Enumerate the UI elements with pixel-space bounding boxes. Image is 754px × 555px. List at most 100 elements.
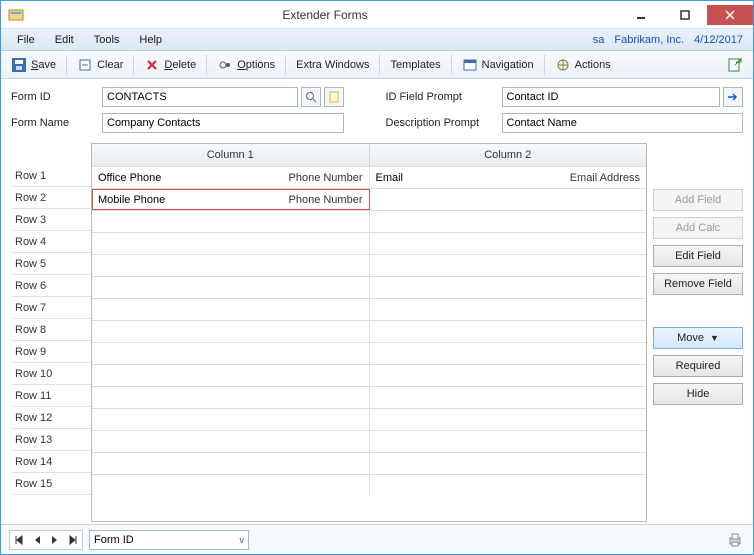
options-button[interactable]: Options	[211, 55, 281, 75]
grid-row: Office PhonePhone NumberEmailEmail Addre…	[92, 166, 646, 188]
add-calc-button[interactable]: Add Calc	[653, 217, 743, 239]
save-button[interactable]: Save	[5, 55, 62, 75]
form-id-input[interactable]: CONTACTS	[102, 87, 298, 107]
options-icon	[217, 57, 233, 73]
close-button[interactable]	[707, 5, 753, 25]
row-label: Row 11	[11, 385, 91, 407]
grid-row	[92, 408, 646, 430]
print-button[interactable]	[725, 530, 745, 550]
grid-cell-col1[interactable]	[92, 255, 370, 276]
row-label: Row 1	[11, 165, 91, 187]
company-label[interactable]: Fabrikam, Inc.	[614, 34, 684, 46]
column-2-header[interactable]: Column 2	[370, 144, 647, 166]
grid-cell-col1[interactable]: Office PhonePhone Number	[92, 167, 370, 188]
row-label: Row 12	[11, 407, 91, 429]
move-button[interactable]: Move▼	[653, 327, 743, 349]
grid-cell-col2[interactable]	[370, 387, 647, 408]
lookup-button[interactable]	[301, 87, 321, 107]
grid-cell-col1[interactable]	[92, 475, 370, 496]
hide-button[interactable]: Hide	[653, 383, 743, 405]
row-label: Row 4	[11, 231, 91, 253]
grid-cell-col2[interactable]	[370, 431, 647, 452]
grid-cell-col2[interactable]	[370, 299, 647, 320]
grid-cell-col1[interactable]	[92, 343, 370, 364]
grid-row	[92, 320, 646, 342]
delete-icon	[144, 57, 160, 73]
grid-cell-col1[interactable]	[92, 431, 370, 452]
grid-cell-col1[interactable]	[92, 233, 370, 254]
caret-down-icon: ▼	[710, 333, 719, 343]
actions-button[interactable]: Actions	[549, 55, 617, 75]
grid-cell-col1[interactable]	[92, 387, 370, 408]
templates-button[interactable]: Templates	[384, 57, 446, 73]
grid-cell-col1[interactable]	[92, 299, 370, 320]
row-label: Row 3	[11, 209, 91, 231]
nav-last-button[interactable]	[64, 531, 82, 549]
grid-cell-col1[interactable]	[92, 321, 370, 342]
desc-prompt-input[interactable]: Contact Name	[502, 113, 744, 133]
grid-cell-col2[interactable]	[370, 365, 647, 386]
id-prompt-label: ID Field Prompt	[386, 91, 496, 103]
row-label: Row 15	[11, 473, 91, 495]
grid-cell-col2[interactable]	[370, 233, 647, 254]
minimize-button[interactable]	[619, 5, 663, 25]
grid-row	[92, 364, 646, 386]
grid-cell-col2[interactable]	[370, 453, 647, 474]
menu-edit[interactable]: Edit	[45, 29, 84, 50]
grid-cell-col2[interactable]	[370, 189, 647, 210]
navigation-icon	[462, 57, 478, 73]
nav-prev-button[interactable]	[28, 531, 46, 549]
grid-row	[92, 342, 646, 364]
clear-button[interactable]: Clear	[71, 55, 129, 75]
navigation-button[interactable]: Navigation	[456, 55, 540, 75]
clear-icon	[77, 57, 93, 73]
form-name-input[interactable]: Company Contacts	[102, 113, 344, 133]
maximize-button[interactable]	[663, 5, 707, 25]
menu-file[interactable]: File	[7, 29, 45, 50]
row-label: Row 13	[11, 429, 91, 451]
row-label: Row 5	[11, 253, 91, 275]
edit-field-button[interactable]: Edit Field	[653, 245, 743, 267]
grid-cell-col1[interactable]	[92, 409, 370, 430]
grid-cell-col1[interactable]	[92, 453, 370, 474]
grid-cell-col2[interactable]	[370, 321, 647, 342]
row-label: Row 14	[11, 451, 91, 473]
grid-cell-col2[interactable]	[370, 211, 647, 232]
desc-prompt-label: Description Prompt	[386, 117, 496, 129]
grid-cell-col2[interactable]	[370, 409, 647, 430]
actions-icon	[555, 57, 571, 73]
nav-first-button[interactable]	[10, 531, 28, 549]
required-button[interactable]: Required	[653, 355, 743, 377]
grid-cell-col1[interactable]	[92, 365, 370, 386]
note-button[interactable]	[324, 87, 344, 107]
grid-cell-col1[interactable]	[92, 277, 370, 298]
export-button[interactable]	[721, 55, 749, 75]
column-1-header[interactable]: Column 1	[92, 144, 370, 166]
menu-help[interactable]: Help	[129, 29, 172, 50]
grid-cell-col2[interactable]	[370, 343, 647, 364]
expand-button[interactable]	[723, 87, 743, 107]
grid-cell-col2[interactable]: EmailEmail Address	[370, 167, 647, 188]
grid-row	[92, 276, 646, 298]
delete-button[interactable]: Delete	[138, 55, 202, 75]
grid-cell-col2[interactable]	[370, 277, 647, 298]
grid-cell-col2[interactable]	[370, 475, 647, 496]
extra-windows-button[interactable]: Extra Windows	[290, 57, 375, 73]
row-label: Row 7	[11, 297, 91, 319]
id-prompt-input[interactable]: Contact ID	[502, 87, 721, 107]
date-label[interactable]: 4/12/2017	[694, 34, 743, 46]
form-id-label: Form ID	[11, 91, 96, 103]
grid-cell-col1[interactable]: Mobile PhonePhone Number	[92, 189, 370, 210]
user-label[interactable]: sa	[593, 34, 605, 46]
grid-row	[92, 254, 646, 276]
grid-cell-col2[interactable]	[370, 255, 647, 276]
grid-cell-col1[interactable]	[92, 211, 370, 232]
nav-next-button[interactable]	[46, 531, 64, 549]
sort-combo[interactable]: Form ID v	[89, 530, 249, 550]
row-label: Row 10	[11, 363, 91, 385]
remove-field-button[interactable]: Remove Field	[653, 273, 743, 295]
menu-tools[interactable]: Tools	[84, 29, 130, 50]
grid-row	[92, 298, 646, 320]
grid-row	[92, 452, 646, 474]
add-field-button[interactable]: Add Field	[653, 189, 743, 211]
